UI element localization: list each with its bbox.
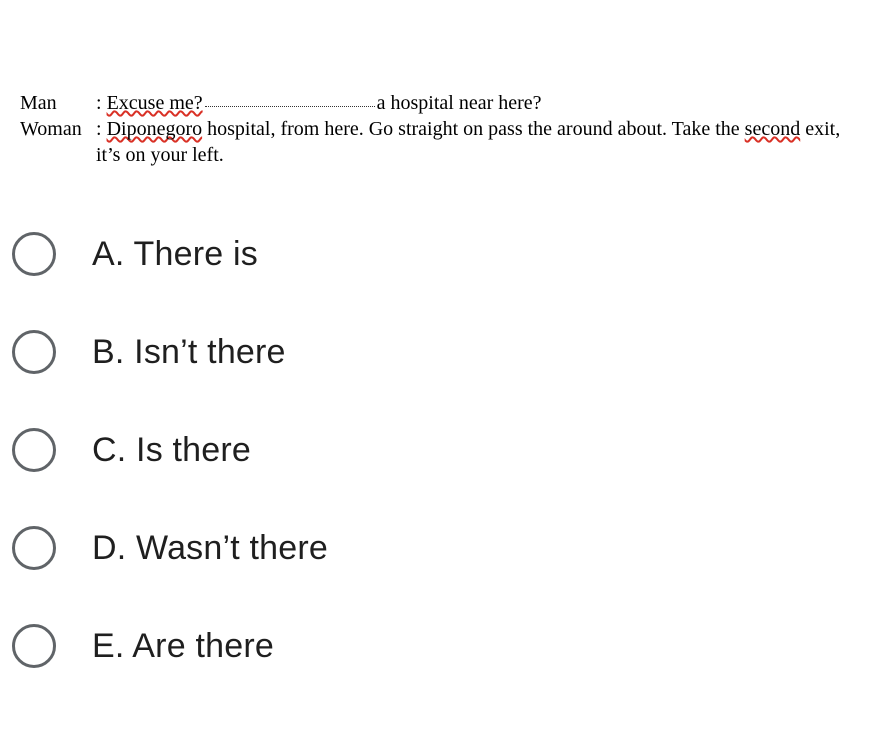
option-label: C. Is there — [92, 431, 251, 470]
option-label: A. There is — [92, 235, 258, 274]
option-a[interactable]: A. There is — [12, 232, 853, 276]
speaker-woman: Woman — [20, 116, 90, 168]
option-e[interactable]: E. Are there — [12, 624, 853, 668]
spellcheck-word: Excuse me? — [107, 92, 203, 114]
speech-woman: Diponegoro hospital, from here. Go strai… — [90, 116, 853, 168]
spellcheck-word: Diponegoro — [107, 118, 203, 140]
radio-icon — [12, 232, 56, 276]
radio-icon — [12, 526, 56, 570]
radio-icon — [12, 428, 56, 472]
speech-text: a hospital near here? — [377, 92, 542, 114]
option-c[interactable]: C. Is there — [12, 428, 853, 472]
radio-icon — [12, 624, 56, 668]
speaker-man: Man — [20, 90, 90, 116]
spellcheck-word: second — [745, 118, 801, 140]
question-dialogue: Man Excuse me? a hospital near here? Woma… — [0, 0, 873, 168]
speech-text: hospital, from here. Go straight on pass… — [202, 118, 745, 140]
option-label: E. Are there — [92, 627, 274, 666]
dialogue-line-woman: Woman Diponegoro hospital, from here. Go… — [20, 116, 853, 168]
dialogue-line-man: Man Excuse me? a hospital near here? — [20, 90, 853, 116]
answer-options: A. There is B. Isn’t there C. Is there D… — [0, 168, 873, 742]
speech-man: Excuse me? a hospital near here? — [90, 90, 853, 116]
option-d[interactable]: D. Wasn’t there — [12, 526, 853, 570]
option-label: D. Wasn’t there — [92, 529, 328, 568]
fill-blank — [205, 89, 375, 107]
radio-icon — [12, 330, 56, 374]
option-label: B. Isn’t there — [92, 333, 286, 372]
option-b[interactable]: B. Isn’t there — [12, 330, 853, 374]
